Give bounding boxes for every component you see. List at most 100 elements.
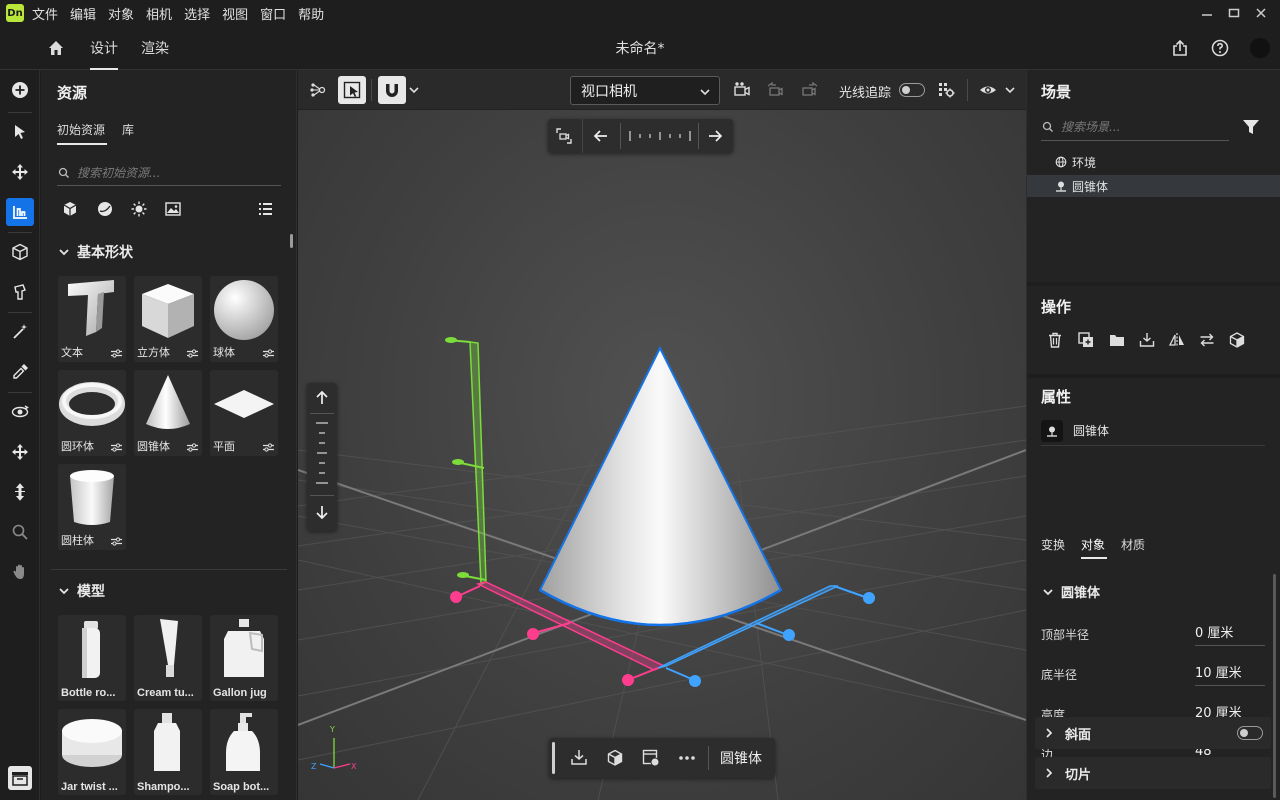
material-filter-icon[interactable]: [96, 200, 114, 218]
camera-forward-icon[interactable]: [796, 76, 824, 104]
visibility-icon[interactable]: [974, 76, 1002, 104]
basic-shapes-header[interactable]: 基本形状: [57, 242, 133, 262]
tab-render[interactable]: 渲染: [141, 26, 169, 70]
menu-help[interactable]: 帮助: [298, 4, 324, 23]
bottom-radius-field[interactable]: 10 厘米: [1195, 658, 1265, 686]
select-mode-icon[interactable]: [338, 76, 366, 104]
model-filter-icon[interactable]: [61, 200, 79, 218]
asset-tile[interactable]: Cream tu...: [134, 615, 202, 701]
cube-convert-icon[interactable]: [1226, 329, 1248, 351]
move-tool-icon[interactable]: [6, 158, 34, 186]
group-folder-icon[interactable]: [1106, 329, 1128, 351]
arrow-left-icon[interactable]: [592, 127, 610, 145]
menu-window[interactable]: 窗口: [260, 4, 286, 23]
scene-item-environment[interactable]: 环境: [1027, 151, 1280, 173]
asset-search[interactable]: [57, 160, 281, 186]
menu-object[interactable]: 对象: [108, 4, 134, 23]
arrow-up-icon[interactable]: [313, 389, 331, 407]
light-filter-icon[interactable]: [130, 200, 148, 218]
asset-tile[interactable]: Shampo...: [134, 709, 202, 795]
asset-tile[interactable]: Jar twist ...: [58, 709, 126, 795]
home-icon[interactable]: [46, 38, 66, 58]
add-icon[interactable]: [6, 76, 34, 104]
asset-search-input[interactable]: [77, 165, 257, 180]
close-icon[interactable]: [1252, 4, 1270, 22]
asset-tile[interactable]: 平面: [210, 370, 278, 456]
drop-to-ground-icon[interactable]: [1136, 329, 1158, 351]
camera-add-icon[interactable]: [728, 76, 756, 104]
action-bar-handle[interactable]: [552, 742, 555, 774]
stamp-tool-icon[interactable]: [6, 278, 34, 306]
tab-starter-assets[interactable]: 初始资源: [57, 121, 105, 138]
pan-tool-icon[interactable]: [6, 438, 34, 466]
duplicate-icon[interactable]: [1075, 329, 1097, 351]
camera-back-icon[interactable]: [761, 76, 789, 104]
render-settings-icon[interactable]: [932, 76, 960, 104]
asset-tile[interactable]: Soap bot...: [210, 709, 278, 795]
viewport[interactable]: Y X Z 视口相机 光线追踪 圆锥体: [298, 70, 1026, 800]
asset-tile[interactable]: 立方体: [134, 276, 202, 362]
asset-tile[interactable]: 圆柱体: [58, 464, 126, 550]
menu-camera[interactable]: 相机: [146, 4, 172, 23]
menu-select[interactable]: 选择: [184, 4, 210, 23]
mirror-icon[interactable]: [1166, 329, 1188, 351]
camera-select[interactable]: 视口相机: [570, 76, 720, 105]
frame-icon[interactable]: [554, 126, 574, 146]
assets-scrollbar[interactable]: [290, 234, 293, 248]
share-icon[interactable]: [1170, 38, 1190, 58]
cube-tool-icon[interactable]: [6, 238, 34, 266]
raytrace-toggle[interactable]: [899, 83, 925, 97]
zoom-icon[interactable]: [6, 518, 34, 546]
orbit-icon[interactable]: [6, 398, 34, 426]
vertical-scrub-slider[interactable]: [315, 419, 329, 491]
asset-tile[interactable]: Bottle ro...: [58, 615, 126, 701]
place-tool-icon[interactable]: [6, 198, 34, 226]
tab-library[interactable]: 库: [122, 121, 134, 138]
scene-search[interactable]: [1041, 114, 1229, 141]
models-header[interactable]: 模型: [57, 581, 105, 601]
scene-canvas[interactable]: [298, 70, 1026, 800]
archive-icon[interactable]: [8, 766, 32, 790]
arrow-down-icon[interactable]: [313, 503, 331, 521]
drop-to-ground-icon[interactable]: [569, 748, 589, 768]
filter-icon[interactable]: [1241, 117, 1261, 137]
image-filter-icon[interactable]: [164, 200, 182, 218]
top-radius-field[interactable]: 0 厘米: [1195, 618, 1265, 646]
asset-tile[interactable]: Gallon jug: [210, 615, 278, 701]
asset-tile[interactable]: 文本: [58, 276, 126, 362]
scene-item-cone[interactable]: 圆锥体: [1027, 175, 1280, 197]
cone-section-header[interactable]: 圆锥体: [1041, 582, 1100, 601]
arrow-right-icon[interactable]: [706, 127, 724, 145]
visibility-dropdown-icon[interactable]: [1004, 84, 1016, 96]
list-view-icon[interactable]: [256, 200, 274, 218]
tab-material[interactable]: 材质: [1121, 536, 1145, 553]
material-apply-icon[interactable]: [641, 748, 661, 768]
tab-design[interactable]: 设计: [90, 26, 118, 70]
asset-tile[interactable]: 圆锥体: [134, 370, 202, 456]
tab-object[interactable]: 对象: [1081, 536, 1105, 553]
asset-tile[interactable]: 球体: [210, 276, 278, 362]
maximize-icon[interactable]: [1225, 4, 1243, 22]
avatar[interactable]: [1250, 38, 1270, 58]
eyedropper-icon[interactable]: [6, 358, 34, 386]
help-icon[interactable]: [1210, 38, 1230, 58]
minimize-icon[interactable]: [1198, 4, 1216, 22]
menu-view[interactable]: 视图: [222, 4, 248, 23]
magic-wand-icon[interactable]: [6, 318, 34, 346]
bevel-toggle[interactable]: [1237, 726, 1263, 740]
tab-transform[interactable]: 变换: [1041, 536, 1065, 553]
bevel-section[interactable]: 斜面: [1035, 717, 1271, 749]
swap-icon[interactable]: [1196, 329, 1218, 351]
menu-edit[interactable]: 编辑: [70, 4, 96, 23]
select-tool-icon[interactable]: [6, 118, 34, 146]
trash-icon[interactable]: [1044, 329, 1066, 351]
hand-icon[interactable]: [6, 558, 34, 586]
snap-magnet-icon[interactable]: [378, 76, 406, 104]
more-icon[interactable]: [677, 748, 697, 768]
asset-tile[interactable]: 圆环体: [58, 370, 126, 456]
properties-scrollbar[interactable]: [1273, 574, 1276, 798]
scene-graph-icon[interactable]: [304, 76, 332, 104]
snap-dropdown-icon[interactable]: [408, 84, 420, 96]
menu-file[interactable]: 文件: [32, 4, 58, 23]
slice-section[interactable]: 切片: [1035, 757, 1271, 789]
